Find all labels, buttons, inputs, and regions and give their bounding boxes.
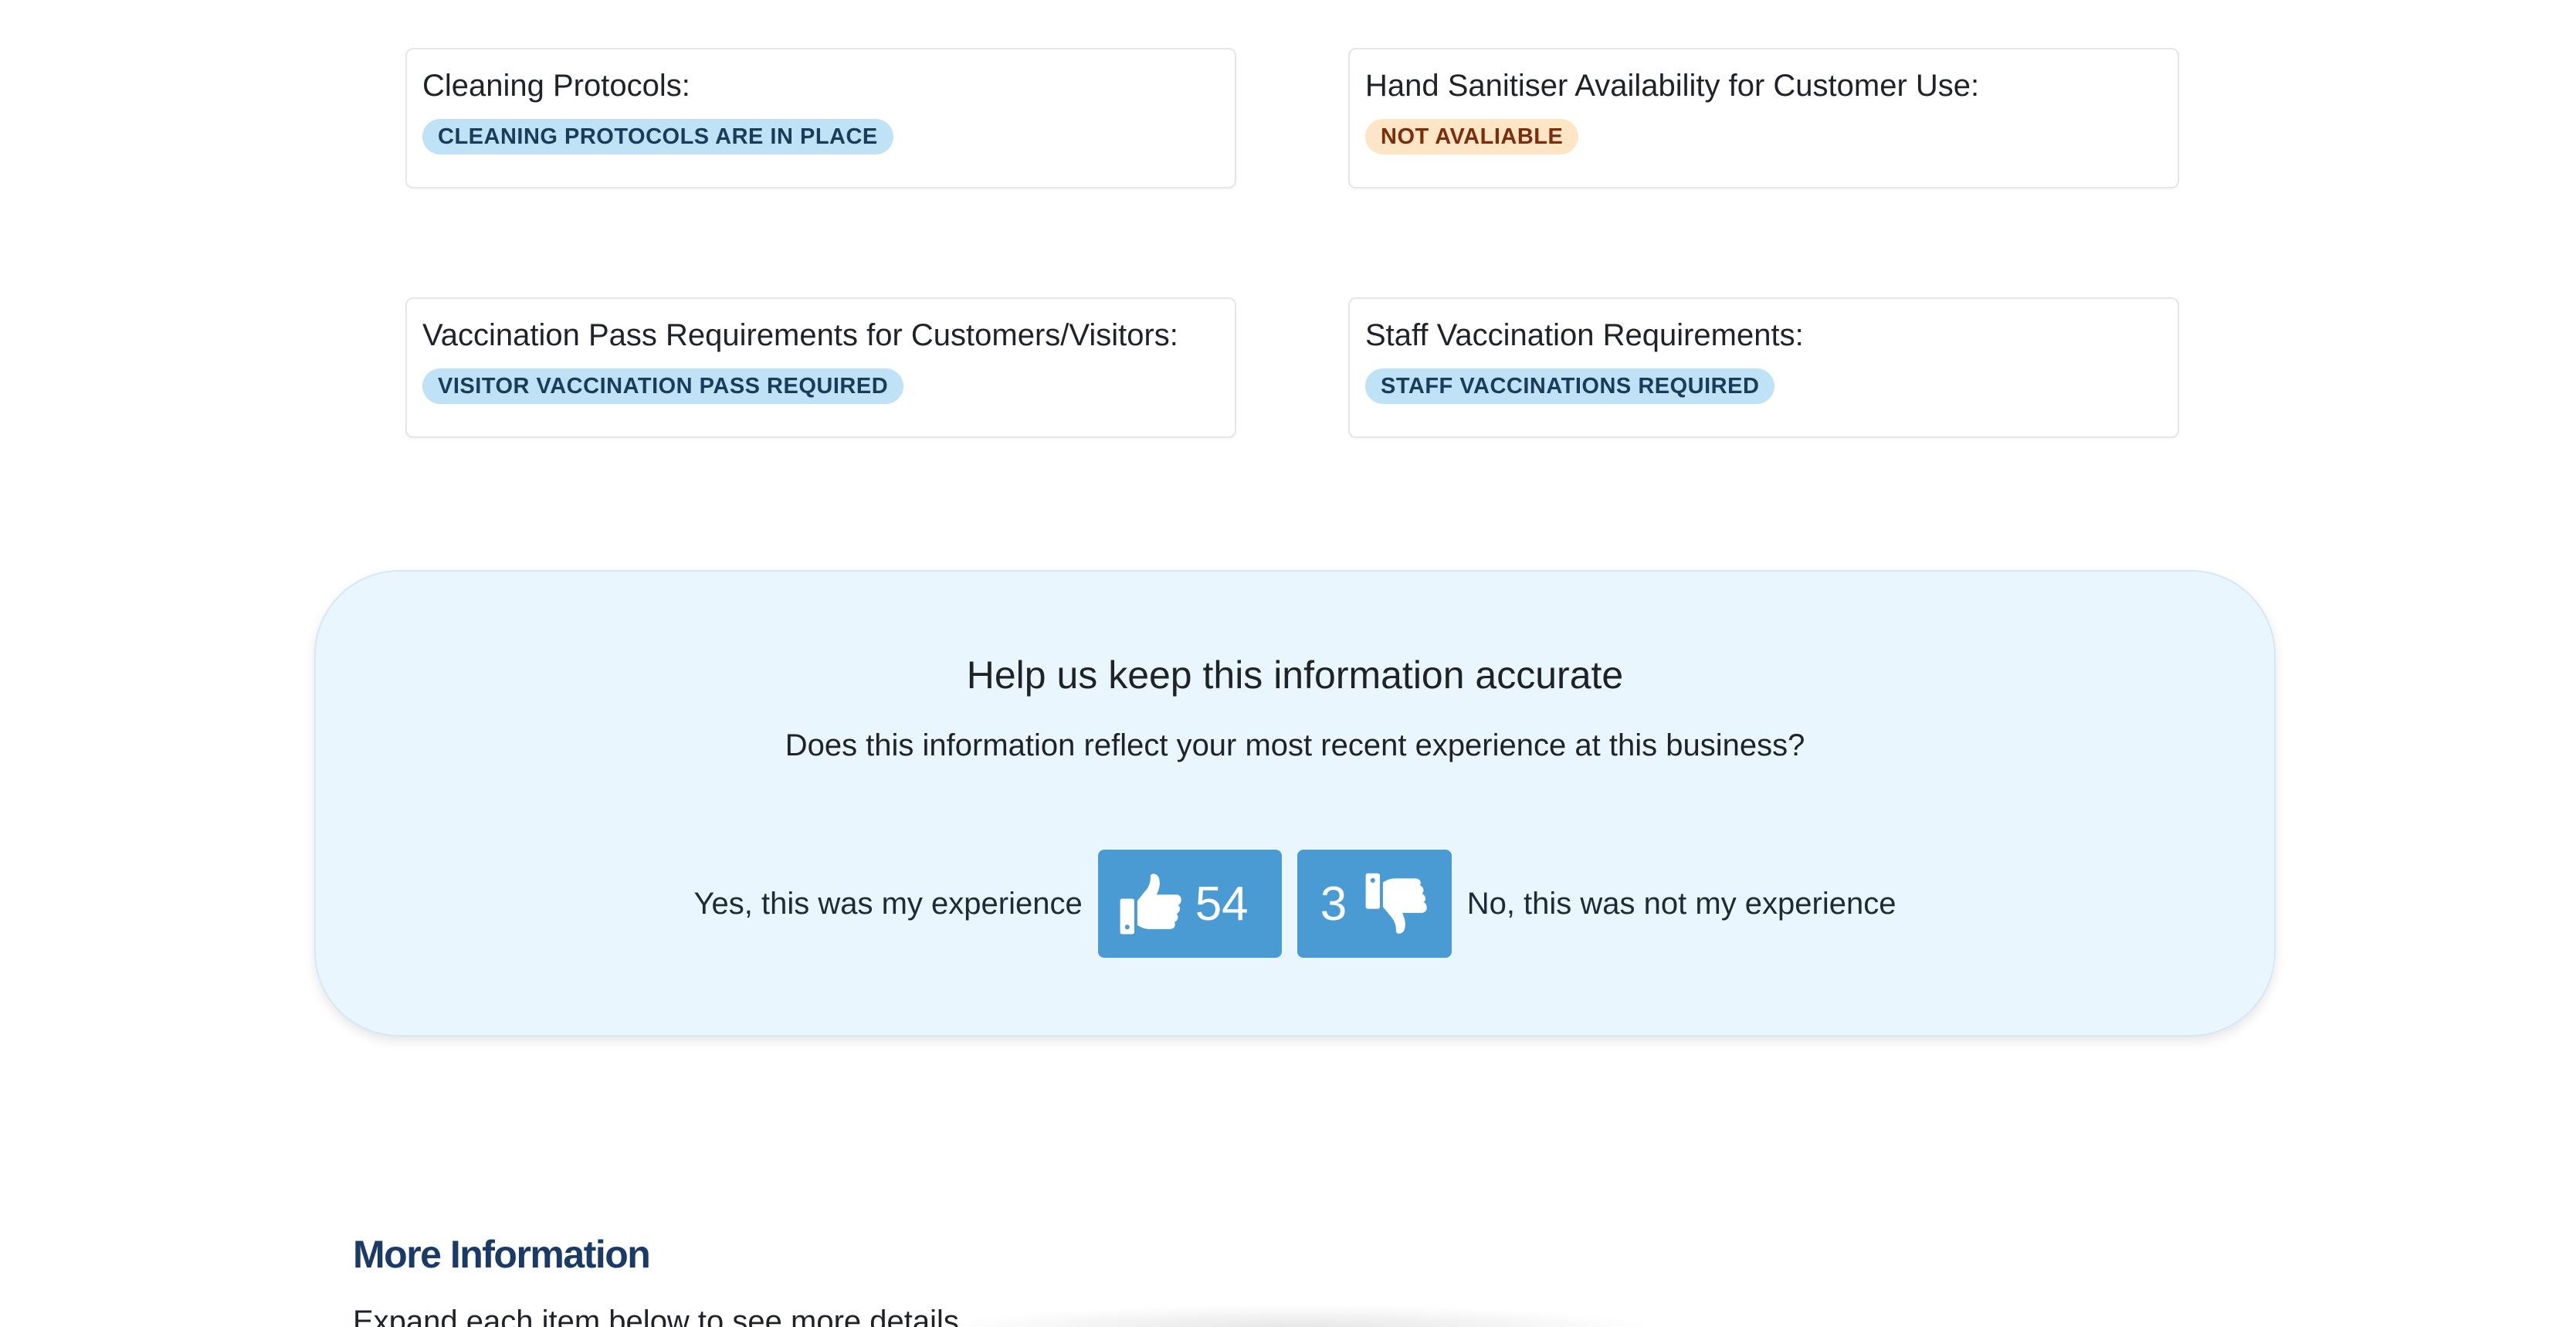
vote-row: Yes, this was my experience 54 3 No, thi…: [316, 850, 2274, 958]
thumbs-up-count: 54: [1195, 877, 1249, 931]
status-badge: STAFF VACCINATIONS REQUIRED: [1365, 368, 1775, 404]
thumbs-down-icon: [1364, 871, 1429, 936]
status-badge: NOT AVALIABLE: [1365, 119, 1579, 154]
hand-sanitiser-card: Hand Sanitiser Availability for Customer…: [1348, 48, 2179, 188]
thumbs-up-icon: [1118, 871, 1183, 936]
card-title: Cleaning Protocols:: [422, 69, 690, 103]
more-information-heading: More Information: [353, 1233, 651, 1276]
feedback-heading: Help us keep this information accurate: [966, 653, 1624, 697]
page: Cleaning Protocols: CLEANING PROTOCOLS A…: [0, 0, 2576, 1327]
visitor-vaccination-card: Vaccination Pass Requirements for Custom…: [405, 297, 1236, 438]
feedback-question: Does this information reflect your most …: [785, 728, 1805, 762]
card-title: Hand Sanitiser Availability for Customer…: [1365, 69, 1980, 103]
card-title: Vaccination Pass Requirements for Custom…: [422, 318, 1178, 352]
thumbs-down-count: 3: [1320, 877, 1347, 931]
status-badge: CLEANING PROTOCOLS ARE IN PLACE: [422, 119, 893, 154]
more-information-subtitle: Expand each item below to see more detai…: [353, 1305, 959, 1327]
no-label: No, this was not my experience: [1466, 886, 1896, 921]
feedback-panel: Help us keep this information accurate D…: [314, 570, 2276, 1037]
thumbs-down-button[interactable]: 3: [1296, 850, 1452, 958]
thumbs-up-button[interactable]: 54: [1097, 850, 1282, 958]
staff-vaccination-card: Staff Vaccination Requirements: STAFF VA…: [1348, 297, 2179, 438]
cleaning-protocols-card: Cleaning Protocols: CLEANING PROTOCOLS A…: [405, 48, 1236, 188]
accordion-shadow: [950, 1305, 1645, 1327]
card-title: Staff Vaccination Requirements:: [1365, 318, 1804, 352]
status-badge: VISITOR VACCINATION PASS REQUIRED: [422, 368, 904, 404]
yes-label: Yes, this was my experience: [693, 886, 1083, 921]
